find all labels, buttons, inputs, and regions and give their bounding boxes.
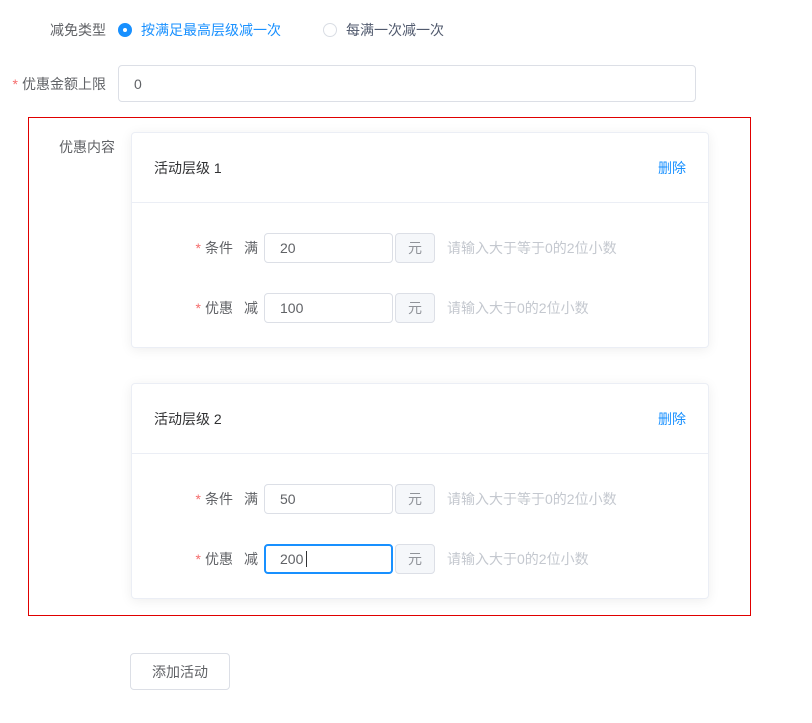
tier-1-discount-input[interactable] [264,293,393,323]
tier-2-condition-row: * 条件 满 元 请输入大于等于0的2位小数 [132,484,708,514]
radio-unchecked-icon[interactable] [323,23,337,37]
tier-1-body: * 条件 满 元 请输入大于等于0的2位小数 * 优惠 [132,203,708,347]
tier-2-discount-input-focused[interactable] [264,544,393,574]
tier-2-condition-input[interactable] [264,484,393,514]
tier-list: 活动层级 1 删除 * 条件 满 元 请输入大于等于0 [131,132,709,599]
tier-1-delete-link[interactable]: 删除 [658,158,686,178]
required-star: * [196,240,201,256]
tier-2-header: 活动层级 2 删除 [132,384,708,454]
tier-1-condition-input[interactable] [264,233,393,263]
radio-option-every-time[interactable]: 每满一次减一次 [323,20,444,40]
discount-prefix: 减 [244,549,258,569]
radio-option-highest-tier[interactable]: 按满足最高层级减一次 [118,20,281,40]
discount-label-group: * 优惠 减 [132,549,264,569]
yuan-unit-append: 元 [395,233,435,263]
condition-prefix: 满 [244,489,258,509]
radio-option-label[interactable]: 按满足最高层级减一次 [141,20,281,40]
tier-1-title: 活动层级 1 [154,158,222,178]
condition-input-wrap [264,484,393,514]
max-discount-label: *优惠金额上限 [0,74,118,94]
discount-label: 优惠 [205,298,233,318]
add-activity-row: 添加活动 [130,653,812,690]
condition-prefix: 满 [244,238,258,258]
tier-1-condition-row: * 条件 满 元 请输入大于等于0的2位小数 [132,233,708,263]
required-star: * [196,300,201,316]
tier-1-discount-row: * 优惠 减 元 请输入大于0的2位小数 [132,293,708,323]
discount-hint: 请输入大于0的2位小数 [447,298,589,318]
promotion-form-page: 减免类型 按满足最高层级减一次 每满一次减一次 *优惠金额上限 优惠内容 活动层… [0,20,812,723]
tier-1-header: 活动层级 1 删除 [132,133,708,203]
tier-2-delete-link[interactable]: 删除 [658,409,686,429]
tier-2-discount-row: * 优惠 减 元 请输入大于0的2位小数 [132,544,708,574]
condition-input-wrap [264,233,393,263]
tier-card-1: 活动层级 1 删除 * 条件 满 元 请输入大于等于0 [131,132,709,348]
condition-label-group: * 条件 满 [132,238,264,258]
yuan-unit-append: 元 [395,293,435,323]
discount-prefix: 减 [244,298,258,318]
discount-label-group: * 优惠 减 [132,298,264,318]
yuan-unit-append: 元 [395,544,435,574]
required-star: * [13,76,18,92]
max-discount-row: *优惠金额上限 [0,65,812,102]
condition-hint: 请输入大于等于0的2位小数 [447,238,617,258]
discount-content-box: 优惠内容 活动层级 1 删除 * 条件 满 [28,117,751,616]
discount-input-wrap [264,293,393,323]
condition-label-group: * 条件 满 [132,489,264,509]
add-activity-button[interactable]: 添加活动 [130,653,230,690]
required-star: * [196,491,201,507]
tier-card-2: 活动层级 2 删除 * 条件 满 元 请输入大于等于0 [131,383,709,599]
condition-label: 条件 [205,238,233,258]
reduction-type-row: 减免类型 按满足最高层级减一次 每满一次减一次 [0,20,812,40]
discount-content-label: 优惠内容 [59,137,115,157]
discount-hint: 请输入大于0的2位小数 [447,549,589,569]
radio-checked-icon[interactable] [118,23,132,37]
condition-hint: 请输入大于等于0的2位小数 [447,489,617,509]
discount-input-wrap [264,544,393,574]
radio-option-label[interactable]: 每满一次减一次 [346,20,444,40]
tier-2-title: 活动层级 2 [154,409,222,429]
discount-label: 优惠 [205,549,233,569]
max-discount-input[interactable] [118,65,696,102]
yuan-unit-append: 元 [395,484,435,514]
condition-label: 条件 [205,489,233,509]
reduction-type-label: 减免类型 [0,20,118,40]
required-star: * [196,551,201,567]
tier-2-body: * 条件 满 元 请输入大于等于0的2位小数 * 优惠 [132,454,708,598]
